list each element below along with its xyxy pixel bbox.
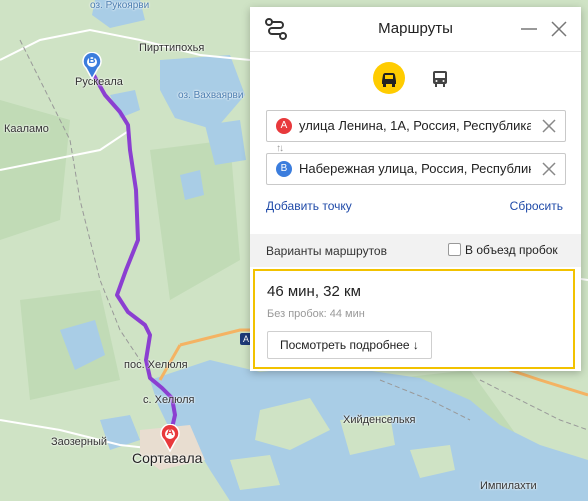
map-label-helyulya-poselok: пос. Хелюля [124, 359, 188, 371]
reset-link[interactable]: Сбросить [510, 199, 563, 213]
route-option-card[interactable]: 46 мин, 32 км Без пробок: 44 мин Посмотр… [253, 269, 575, 369]
close-icon[interactable] [549, 19, 569, 39]
to-input[interactable]: Набережная улица, Россия, Республика Кар… [299, 161, 531, 176]
from-badge: A [276, 118, 292, 134]
route-variants-label: Варианты маршрутов [266, 244, 387, 258]
map-label-sortavala: Сортавала [132, 450, 203, 466]
routes-panel: Маршруты A улица Ленина, 1А, Россия, Рес… [250, 7, 581, 371]
clear-from-icon[interactable] [541, 118, 557, 134]
map-label-pirttipohja: Пирттипохья [139, 42, 205, 54]
car-mode-button[interactable] [373, 62, 405, 94]
add-point-link[interactable]: Добавить точку [266, 199, 352, 213]
minimize-icon[interactable] [519, 19, 539, 39]
map-label-helyulya-selo: с. Хелюля [143, 394, 195, 406]
map-label-hiidenselka: Хийденселькя [343, 414, 416, 426]
map-label-vahvajarvi: оз. Вахваярви [178, 90, 244, 101]
avoid-traffic-label[interactable]: В объезд пробок [465, 243, 558, 257]
map-label-impilahti: Импилахти [480, 480, 537, 492]
to-badge: B [276, 161, 292, 177]
avoid-traffic-checkbox[interactable] [448, 243, 461, 256]
route-no-traffic-time: Без пробок: 44 мин [267, 308, 365, 320]
panel-header: Маршруты [250, 7, 581, 52]
route-time-distance: 46 мин, 32 км [267, 283, 361, 300]
car-icon [382, 73, 396, 87]
route-variants-bar: Варианты маршрутов В объезд пробок [250, 234, 581, 267]
pin-a-label: A [166, 427, 174, 438]
transport-modes [250, 62, 581, 98]
from-input[interactable]: улица Ленина, 1А, Россия, Республика Кар… [299, 118, 531, 133]
pin-b-label: B [88, 55, 96, 66]
bus-icon[interactable] [432, 70, 448, 88]
to-field[interactable]: B Набережная улица, Россия, Республика К… [266, 153, 566, 185]
pin-a-icon[interactable]: A [160, 423, 180, 453]
route-details-button[interactable]: Посмотреть подробнее ↓ [267, 331, 432, 359]
from-field[interactable]: A улица Ленина, 1А, Россия, Республика К… [266, 110, 566, 142]
pin-b-icon[interactable]: B [82, 51, 102, 81]
clear-to-icon[interactable] [541, 161, 557, 177]
map-label-kaalamo: Кааламо [4, 123, 49, 135]
map-label-zaozerny: Заозерный [51, 436, 108, 448]
map-label-rukojarvi: оз. Рукоярви [90, 0, 150, 11]
